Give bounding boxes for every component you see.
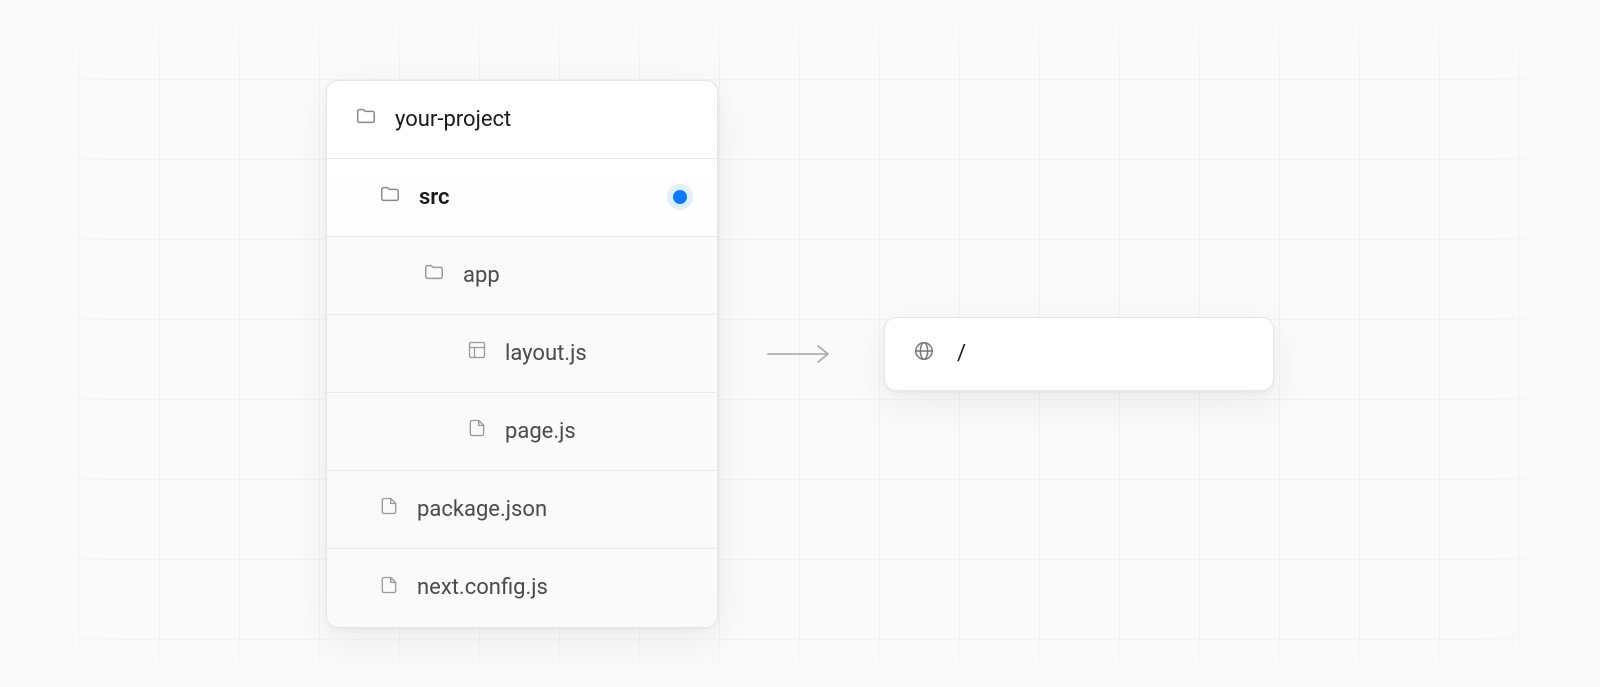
file-tree-item-app: app bbox=[327, 237, 717, 315]
file-tree-item-label: package.json bbox=[417, 497, 547, 522]
route-url-box: / bbox=[884, 317, 1274, 391]
file-tree-item-src: src bbox=[327, 159, 717, 237]
file-tree-item-nextconfig: next.config.js bbox=[327, 549, 717, 627]
file-icon bbox=[467, 418, 487, 444]
route-path-label: / bbox=[957, 341, 966, 366]
file-tree-item-label: page.js bbox=[505, 419, 576, 444]
file-tree-item-page: page.js bbox=[327, 393, 717, 471]
folder-icon bbox=[355, 105, 377, 133]
file-tree-root-label: your-project bbox=[395, 107, 511, 132]
folder-icon bbox=[379, 183, 401, 211]
highlight-dot-icon bbox=[673, 190, 687, 204]
file-tree-item-package: package.json bbox=[327, 471, 717, 549]
file-tree-item-layout: layout.js bbox=[327, 315, 717, 393]
file-tree-panel: your-project src app layout.js pa bbox=[326, 80, 718, 628]
folder-icon bbox=[423, 261, 445, 289]
file-icon bbox=[379, 575, 399, 601]
arrow-right-icon bbox=[766, 342, 836, 366]
file-tree-item-label: layout.js bbox=[505, 341, 587, 366]
file-tree-item-label: next.config.js bbox=[417, 575, 548, 600]
diagram-canvas: your-project src app layout.js pa bbox=[0, 0, 1600, 687]
file-icon bbox=[379, 496, 399, 522]
file-tree-item-label: src bbox=[419, 185, 450, 210]
file-tree-root: your-project bbox=[327, 81, 717, 159]
globe-icon bbox=[913, 340, 935, 368]
layout-icon bbox=[467, 340, 487, 366]
file-tree-item-label: app bbox=[463, 263, 500, 288]
